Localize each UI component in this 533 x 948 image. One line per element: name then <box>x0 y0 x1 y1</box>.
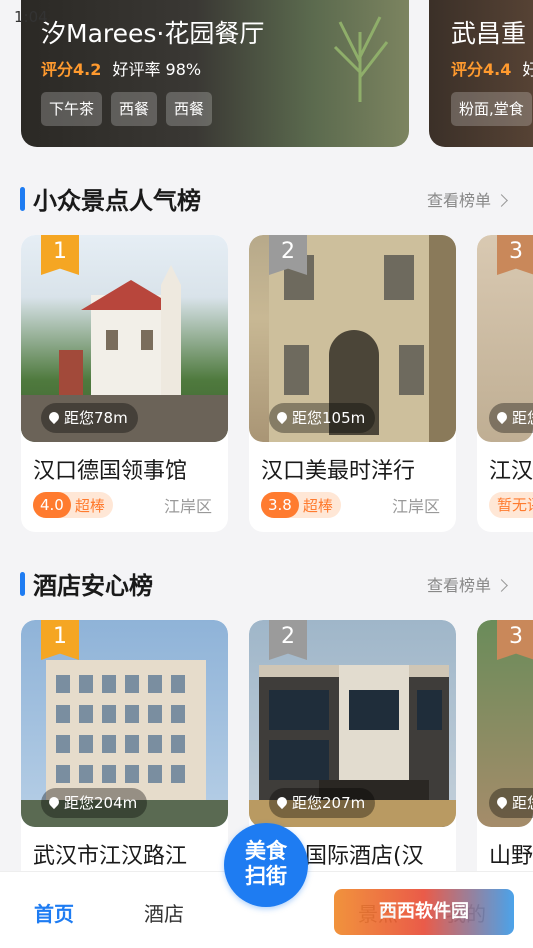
location-pin-icon <box>46 794 62 810</box>
distance-badge: 距您 <box>489 403 533 433</box>
section-accent-bar <box>20 572 25 596</box>
distance-badge: 距您 <box>489 788 533 818</box>
scenic-card[interactable]: 2 距您105m 汉口美最时洋行 3.8 超棒 江岸区 <box>249 235 456 532</box>
score-value: 3.8 <box>261 492 299 518</box>
tab-hotel[interactable]: 酒店 <box>144 898 184 927</box>
score-label: 超棒 <box>302 496 333 515</box>
location-pin-icon <box>274 409 290 425</box>
view-ranking-link[interactable]: 查看榜单 <box>427 187 508 211</box>
restaurant-good-rate: 好 <box>522 60 533 79</box>
score-label: 超棒 <box>74 496 105 515</box>
view-ranking-link[interactable]: 查看榜单 <box>427 572 508 596</box>
distance-badge: 距您207m <box>269 788 376 818</box>
section-title: 小众景点人气榜 <box>33 187 201 215</box>
tab-home[interactable]: 首页 <box>34 898 74 927</box>
restaurant-rating: 评分4.4 好 <box>451 56 533 80</box>
plant-decoration <box>333 16 389 102</box>
restaurant-card[interactable]: 武昌重 评分4.4 好 粉面,堂食 <box>429 0 533 147</box>
restaurant-tag: 下午茶 <box>41 92 103 126</box>
scenic-name: 汉口德国领事馆 <box>33 459 188 484</box>
location-pin-icon <box>494 794 510 810</box>
section-title: 酒店安心榜 <box>33 572 153 600</box>
hotel-name: 武汉市江汉路江 <box>33 844 188 869</box>
watermark-logo: 西西软件园 <box>334 889 514 935</box>
distance-badge: 距您78m <box>41 403 138 433</box>
restaurant-name: 武昌重 <box>451 19 527 48</box>
score-value: 4.0 <box>33 492 71 518</box>
location-pin-icon <box>46 409 62 425</box>
section-accent-bar <box>20 187 25 211</box>
district-label: 江岸区 <box>163 497 212 516</box>
status-time: 1:04 <box>14 8 48 26</box>
hotel-name: 山野 <box>489 844 533 869</box>
scenic-card[interactable]: 1 距您78m 汉口德国领事馆 4.0 超棒 江岸区 <box>21 235 228 532</box>
restaurant-score: 评分4.2 <box>41 60 102 79</box>
restaurant-tag: 粉面,堂食 <box>451 92 532 126</box>
district-label: 江岸区 <box>391 497 440 516</box>
location-pin-icon <box>274 794 290 810</box>
scenic-name: 汉口美最时洋行 <box>261 459 416 484</box>
restaurant-rating: 评分4.2 好评率 98% <box>41 56 201 80</box>
restaurant-tags: 粉面,堂食 <box>451 92 532 126</box>
restaurant-good-rate: 好评率 98% <box>112 60 202 79</box>
distance-badge: 距您204m <box>41 788 148 818</box>
score-pill: 3.8 超棒 <box>261 492 341 518</box>
restaurant-card[interactable]: 汐Marees·花园餐厅 评分4.2 好评率 98% 下午茶 西餐 西餐 <box>21 0 409 147</box>
chevron-right-icon <box>495 194 508 207</box>
scenic-card[interactable]: 3 距您 江汉 暂无评 <box>477 235 533 532</box>
score-pill: 4.0 超棒 <box>33 492 113 518</box>
scan-label-line1: 美食 <box>245 839 287 863</box>
location-pin-icon <box>494 409 510 425</box>
restaurant-name: 汐Marees·花园餐厅 <box>41 19 265 48</box>
restaurant-score: 评分4.4 <box>451 60 512 79</box>
scenic-name: 江汉 <box>489 459 533 484</box>
restaurant-tags: 下午茶 西餐 西餐 <box>41 92 213 126</box>
section-header-scenic: 小众景点人气榜 查看榜单 <box>20 177 520 217</box>
chevron-right-icon <box>495 579 508 592</box>
scan-label-line2: 扫街 <box>245 864 287 888</box>
no-score-label: 暂无评 <box>489 492 533 518</box>
restaurant-tag: 西餐 <box>166 92 213 126</box>
section-header-hotels: 酒店安心榜 查看榜单 <box>20 562 520 602</box>
food-scan-button[interactable]: 美食 扫街 <box>224 823 308 907</box>
distance-badge: 距您105m <box>269 403 376 433</box>
restaurant-tag: 西餐 <box>111 92 158 126</box>
